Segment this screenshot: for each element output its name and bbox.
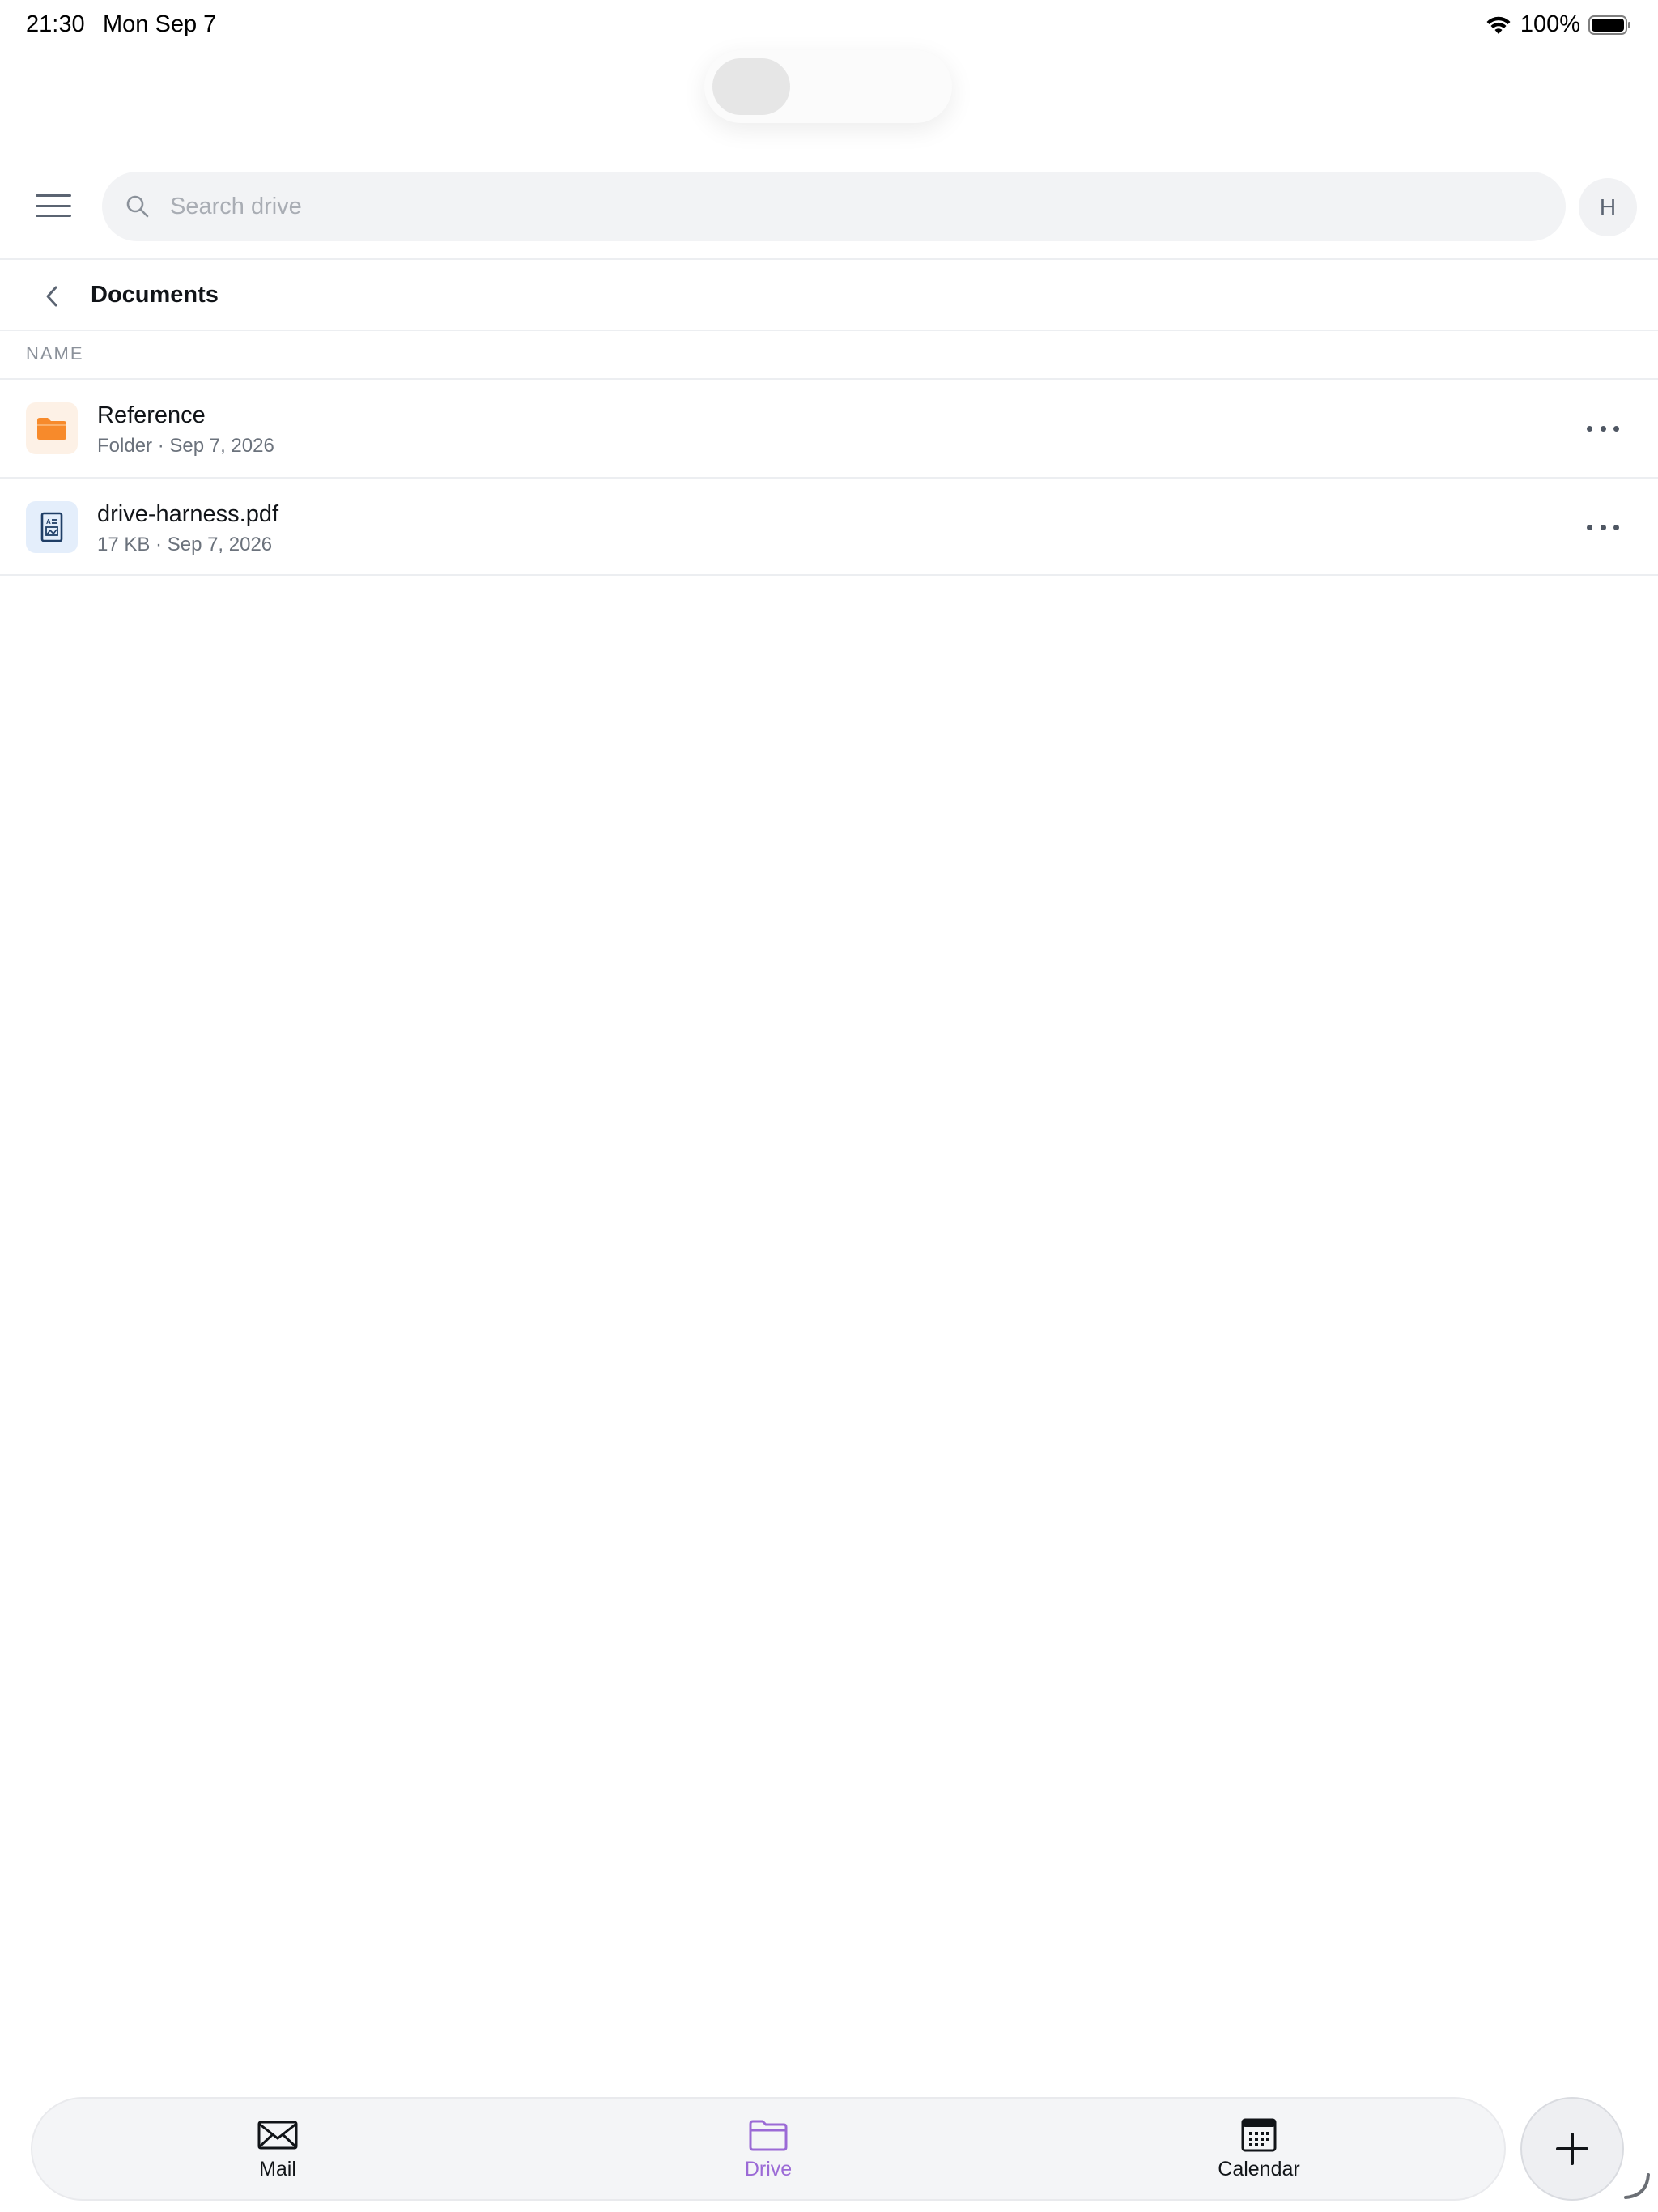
tab-mail[interactable]: Mail — [32, 2099, 523, 2199]
list-item[interactable]: Reference Folder · Sep 7, 2026 — [0, 380, 1658, 477]
calendar-icon — [1241, 2118, 1277, 2151]
page-title: Documents — [91, 282, 219, 308]
more-dot — [1587, 524, 1592, 530]
pdf-file-icon: A — [26, 501, 78, 553]
drive-screen: 21:30 Mon Sep 7 100% Search drive H Docu… — [0, 0, 1658, 2212]
row-divider — [0, 574, 1658, 576]
header-divider — [0, 258, 1658, 260]
avatar[interactable]: H — [1579, 178, 1637, 236]
search-bar[interactable] — [102, 172, 1566, 241]
more-dot — [1587, 425, 1592, 432]
chevron-left-icon — [46, 286, 57, 307]
file-meta: Folder · Sep 7, 2026 — [97, 435, 274, 457]
more-dot — [1613, 524, 1619, 530]
more-options-icon[interactable] — [1580, 511, 1626, 543]
resize-handle-icon[interactable] — [1622, 2172, 1652, 2201]
multitasking-dot — [712, 58, 790, 115]
menu-button[interactable] — [36, 191, 71, 220]
more-dot — [1600, 524, 1606, 530]
list-item[interactable]: A drive-harness.pdf 17 KB · Sep 7, 2026 — [0, 479, 1658, 576]
battery-percentage: 100% — [1520, 11, 1580, 37]
file-meta: 17 KB · Sep 7, 2026 — [97, 534, 273, 555]
breadcrumb-divider — [0, 330, 1658, 331]
file-name: drive-harness.pdf — [97, 501, 279, 527]
search-input[interactable] — [170, 193, 1465, 220]
back-button[interactable] — [36, 280, 68, 313]
wifi-icon — [1485, 15, 1512, 36]
tab-label: Mail — [259, 2157, 296, 2180]
folder-icon — [26, 402, 78, 454]
more-dot — [1600, 425, 1606, 432]
mail-icon — [257, 2121, 298, 2149]
menu-line — [36, 215, 71, 217]
status-date: Mon Sep 7 — [103, 11, 217, 37]
menu-line — [36, 204, 71, 207]
tab-drive[interactable]: Drive — [523, 2099, 1014, 2199]
tab-calendar[interactable]: Calendar — [1014, 2099, 1504, 2199]
column-header-name[interactable]: NAME — [26, 343, 84, 364]
multitasking-indicator[interactable] — [704, 50, 952, 123]
search-icon — [126, 195, 149, 218]
add-button[interactable] — [1520, 2097, 1624, 2201]
menu-line — [36, 194, 71, 197]
bottom-tab-bar: Mail Drive Calendar — [31, 2097, 1506, 2201]
battery-icon — [1588, 15, 1632, 36]
status-indicators: 100% — [1485, 11, 1632, 38]
tab-label: Calendar — [1218, 2157, 1300, 2180]
plus-icon — [1556, 2133, 1588, 2165]
more-dot — [1613, 425, 1619, 432]
svg-text:A: A — [46, 518, 51, 525]
file-name: Reference — [97, 402, 206, 428]
more-options-icon[interactable] — [1580, 412, 1626, 445]
folder-icon — [749, 2120, 788, 2150]
tab-label: Drive — [744, 2157, 793, 2180]
status-time: 21:30 — [26, 11, 85, 37]
